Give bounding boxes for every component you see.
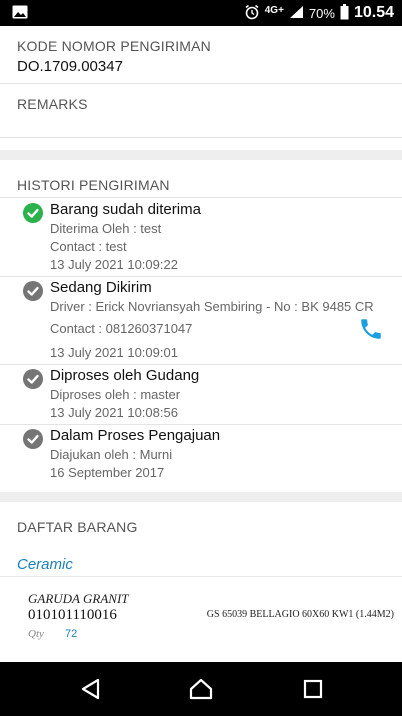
category-label: Ceramic: [17, 556, 73, 573]
alarm-icon: [244, 4, 260, 23]
product-card[interactable]: GARUDA GRANIT 010101110016 Qty 72 GS 650…: [0, 576, 402, 662]
product-code: 010101110016: [28, 607, 117, 623]
history-item-title: Sedang Dikirim: [50, 279, 152, 296]
check-circle-icon: [23, 281, 43, 301]
battery-percent: 70%: [308, 5, 335, 21]
check-circle-icon: [23, 203, 43, 223]
network-type: 4G+: [264, 4, 284, 16]
items-title: DAFTAR BARANG: [17, 519, 138, 535]
battery-icon: [340, 3, 349, 23]
divider: [0, 364, 402, 365]
home-icon[interactable]: [188, 676, 214, 702]
history-item-contact: Contact : test: [50, 239, 127, 254]
section-gap: [0, 150, 402, 160]
divider: [0, 137, 402, 138]
qty-value: 72: [65, 628, 78, 640]
history-item-receiver: Diterima Oleh : test: [50, 221, 162, 236]
history-item-title: Dalam Proses Pengajuan: [50, 427, 221, 444]
history-item-contact: Contact : 081260371047: [50, 321, 193, 336]
history-item-processor: Diproses oleh : master: [50, 387, 181, 402]
divider: [0, 424, 402, 425]
back-icon[interactable]: [78, 676, 104, 702]
qty-label: Qty: [28, 628, 44, 640]
history-item-driver: Driver : Erick Novriansyah Sembiring - N…: [50, 299, 374, 314]
remarks-label: REMARKS: [17, 96, 88, 112]
divider: [0, 276, 402, 277]
shipment-number: DO.1709.00347: [17, 58, 123, 75]
navigation-bar: [0, 662, 402, 716]
product-brand: GARUDA GRANIT: [28, 591, 129, 606]
history-item-timestamp: 13 July 2021 10:09:22: [50, 257, 178, 272]
image-icon: [12, 5, 28, 24]
check-circle-icon: [23, 369, 43, 389]
signal-icon: [289, 5, 304, 22]
product-name: GS 65039 BELLAGIO 60X60 KW1 (1.44M2): [206, 609, 394, 620]
clock: 10.54: [353, 4, 394, 21]
history-item-timestamp: 13 July 2021 10:08:56: [50, 405, 178, 420]
divider: [0, 197, 402, 198]
recent-apps-icon[interactable]: [300, 676, 326, 702]
history-item-timestamp: 16 September 2017: [50, 465, 165, 480]
status-bar: 4G+ 70% 10.54: [0, 0, 402, 26]
divider: [0, 83, 402, 84]
phone-call-icon[interactable]: [358, 316, 384, 342]
section-gap: [0, 492, 402, 502]
history-item-title: Barang sudah diterima: [50, 201, 201, 218]
history-item-timestamp: 13 July 2021 10:09:01: [50, 345, 178, 360]
history-title: HISTORI PENGIRIMAN: [17, 177, 170, 193]
history-item-submitter: Diajukan oleh : Murni: [50, 447, 173, 462]
check-circle-icon: [23, 429, 43, 449]
history-item-title: Diproses oleh Gudang: [50, 367, 200, 384]
shipment-number-label: KODE NOMOR PENGIRIMAN: [17, 38, 211, 54]
